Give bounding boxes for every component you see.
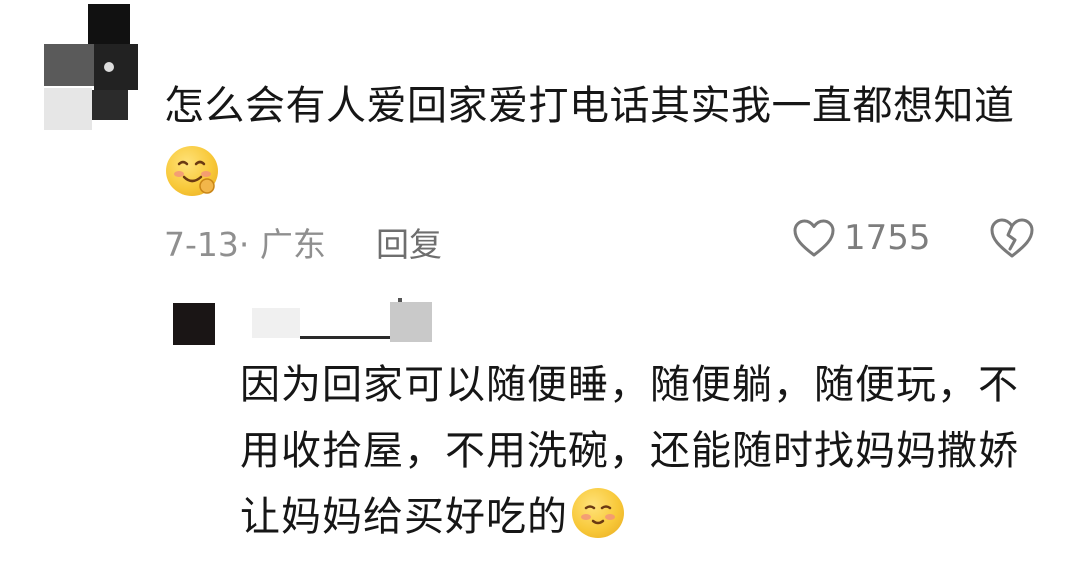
like-count: 1755 (844, 218, 931, 258)
avatar-pixel-block (94, 44, 138, 90)
reply-text-line-3: 让妈妈给买好吃的 (240, 494, 568, 540)
reply-text-line: 让妈妈给买好吃的 (240, 484, 1040, 550)
smiling-face-emoji-icon (166, 146, 218, 196)
avatar-pixel-block (44, 88, 92, 130)
comment-meta-row: 7-13· 广东 回复 1755 (164, 212, 1044, 264)
heart-outline-icon (793, 219, 835, 257)
dislike-button[interactable] (988, 216, 1036, 260)
avatar-pixel-block (104, 62, 114, 72)
avatar-pixel-block (92, 90, 128, 120)
shy-smile-emoji-icon (572, 488, 624, 538)
redaction-block (300, 336, 390, 339)
reply-text-line-1: 因为回家可以随便睡，随便躺，随便玩，不 (240, 362, 1019, 408)
reply-button[interactable]: 回复 (376, 218, 442, 266)
reply-text: 因为回家可以随便睡，随便躺，随便玩，不 用收拾屋，不用洗碗，还能随时找妈妈撒娇 … (240, 352, 1040, 550)
comment-text: 怎么会有人爱回家爱打电话其实我一直都想知道 (164, 83, 1015, 129)
broken-heart-icon (990, 218, 1034, 258)
commenter-avatar[interactable] (44, 4, 140, 132)
avatar-pixel-block (44, 44, 94, 86)
reply-text-line-2: 用收拾屋，不用洗碗，还能随时找妈妈撒娇 (240, 428, 1019, 474)
like-button[interactable]: 1755 (792, 216, 931, 260)
redaction-block (252, 308, 300, 338)
reply-username-redacted[interactable] (252, 298, 432, 348)
redaction-block (398, 298, 402, 302)
reply-text-line: 用收拾屋，不用洗碗，还能随时找妈妈撒娇 (240, 418, 1040, 484)
avatar-pixel-block (88, 4, 130, 48)
redaction-block (390, 302, 432, 342)
comment-date-location: 7-13· 广东 (164, 225, 326, 264)
reply-avatar[interactable] (173, 303, 215, 345)
reply-text-line: 因为回家可以随便睡，随便躺，随便玩，不 (240, 352, 1040, 418)
